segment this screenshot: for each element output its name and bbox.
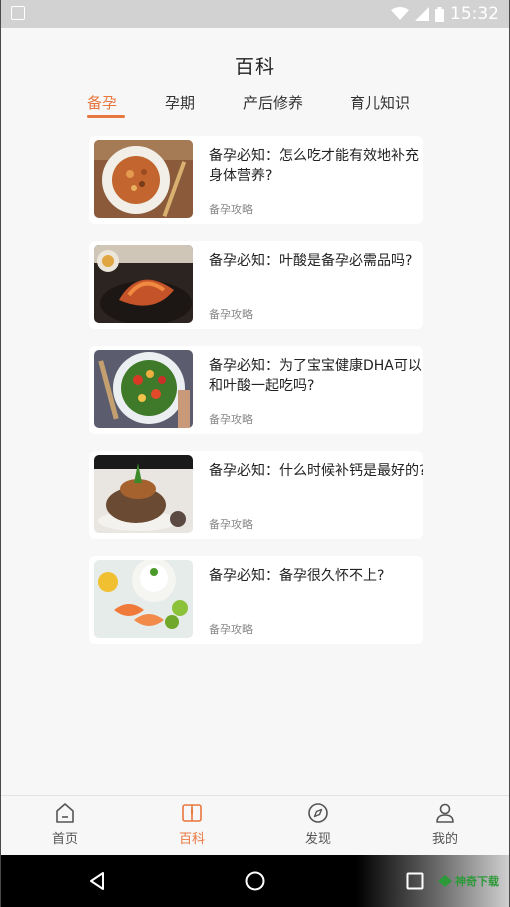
system-navigation-bar: 神奇下载	[1, 855, 509, 907]
article-title: 备孕必知：什么时候补钙是最好的?	[209, 463, 423, 479]
tab-pregnancy[interactable]: 孕期	[165, 92, 195, 113]
nav-home-label: 首页	[51, 832, 78, 847]
article-thumbnail	[94, 140, 193, 218]
profile-icon	[436, 803, 454, 823]
watermark-logo-icon	[438, 875, 452, 887]
page-title: 百科	[234, 56, 275, 78]
back-icon	[90, 872, 104, 890]
status-icons: 15:32	[391, 0, 499, 28]
home-icon	[56, 803, 74, 823]
bottom-navigation: 首页 百科 发现 我的	[1, 795, 509, 855]
app-screen: 15:32 百科 备孕 孕期 产后修养 育儿知识 备孕必知：怎么吃才能有效地补充…	[1, 0, 509, 907]
article-title: 备孕必知：怎么吃才能有效地补充身体营养?	[209, 148, 419, 184]
category-tabs: 备孕 孕期 产后修养 育儿知识	[1, 92, 509, 122]
article-card[interactable]: 备孕必知：叶酸是备孕必需品吗? 备孕攻略	[89, 241, 423, 329]
home-circle-icon	[245, 871, 265, 891]
article-tag: 备孕攻略	[209, 623, 253, 636]
watermark: 神奇下载	[438, 873, 499, 889]
notification-icon	[11, 6, 25, 20]
article-tag: 备孕攻略	[209, 518, 253, 531]
nav-mine[interactable]: 我的	[405, 802, 485, 847]
article-card[interactable]: 备孕必知：备孕很久怀不上? 备孕攻略	[89, 556, 423, 644]
article-tag: 备孕攻略	[209, 203, 253, 216]
nav-encyclopedia-label: 百科	[178, 832, 205, 847]
wifi-icon	[391, 7, 409, 20]
article-card[interactable]: 备孕必知：为了宝宝健康DHA可以和叶酸一起吃吗? 备孕攻略	[89, 346, 423, 434]
article-thumbnail	[94, 245, 193, 323]
nav-home[interactable]: 首页	[25, 802, 105, 847]
recents-icon	[406, 872, 424, 890]
article-title: 备孕必知：叶酸是备孕必需品吗?	[209, 253, 413, 269]
article-card[interactable]: 备孕必知：怎么吃才能有效地补充身体营养? 备孕攻略	[89, 136, 423, 224]
article-card[interactable]: 备孕必知：什么时候补钙是最好的? 备孕攻略	[89, 451, 423, 539]
article-thumbnail	[94, 560, 193, 638]
status-time: 15:32	[450, 4, 499, 24]
home-button[interactable]	[237, 855, 273, 907]
article-title: 备孕必知：备孕很久怀不上?	[209, 568, 385, 584]
article-thumbnail	[94, 455, 193, 533]
article-tag: 备孕攻略	[209, 413, 253, 426]
article-tag: 备孕攻略	[209, 308, 253, 321]
status-bar: 15:32	[1, 0, 509, 28]
watermark-text: 神奇下载	[455, 875, 499, 888]
back-button[interactable]	[79, 855, 115, 907]
nav-discover[interactable]: 发现	[278, 802, 358, 847]
article-title: 备孕必知：为了宝宝健康DHA可以和叶酸一起吃吗?	[209, 358, 422, 394]
active-tab-indicator	[87, 115, 125, 118]
compass-icon	[308, 803, 328, 823]
article-thumbnail	[94, 350, 193, 428]
nav-encyclopedia[interactable]: 百科	[152, 802, 232, 847]
battery-icon	[435, 6, 444, 22]
book-icon	[182, 804, 202, 822]
recents-button[interactable]	[397, 855, 433, 907]
nav-mine-label: 我的	[431, 832, 458, 847]
tab-parenting[interactable]: 育儿知识	[350, 92, 410, 113]
tab-prepregnancy[interactable]: 备孕	[87, 92, 117, 113]
signal-icon	[415, 7, 429, 21]
nav-discover-label: 发现	[304, 832, 331, 847]
tab-postpartum[interactable]: 产后修养	[243, 92, 303, 113]
